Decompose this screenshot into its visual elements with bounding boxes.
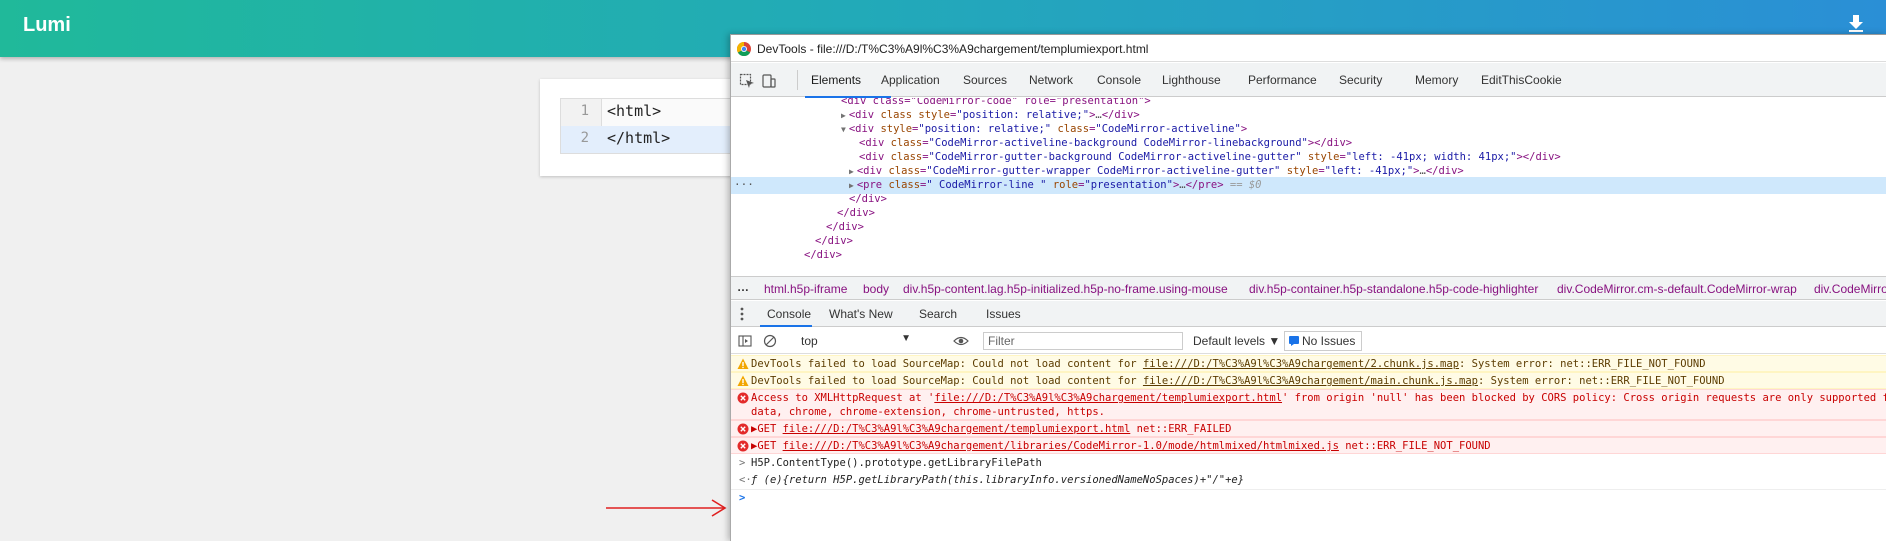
- console-command[interactable]: > H5P.ContentType().prototype.getLibrary…: [731, 455, 1886, 472]
- msg-text: : System error: net::ERR_FILE_NOT_FOUND: [1477, 375, 1725, 387]
- source-link[interactable]: file:///D:/T%C3%A9l%C3%A9chargement/2.ch…: [1143, 358, 1459, 370]
- devtools-title: DevTools - file:///D:/T%C3%A9l%C3%A9char…: [757, 42, 1149, 56]
- console-warning[interactable]: DevTools failed to load SourceMap: Could…: [731, 355, 1886, 372]
- console-warning[interactable]: DevTools failed to load SourceMap: Could…: [731, 372, 1886, 389]
- tab-console[interactable]: Console: [1097, 73, 1141, 87]
- code-editor-card: 1 <html> 2 </html>: [540, 79, 741, 176]
- tab-editthiscookie[interactable]: EditThisCookie: [1481, 73, 1562, 87]
- code-line-active[interactable]: 2 </html>: [561, 126, 741, 153]
- code-line[interactable]: 1 <html>: [561, 99, 741, 126]
- prompt-chevron-icon: >: [739, 492, 746, 504]
- source-link[interactable]: file:///D:/T%C3%A9l%C3%A9chargement/temp…: [783, 423, 1131, 435]
- drawer-tab-whats-new[interactable]: What's New: [829, 307, 893, 321]
- devtools-titlebar: DevTools - file:///D:/T%C3%A9l%C3%A9char…: [731, 35, 1886, 62]
- breadcrumb-item[interactable]: div.CodeMirror.cm-s-default.CodeMirror-w…: [1557, 282, 1797, 296]
- dom-breadcrumb: … html.h5p-iframe body div.h5p-content.l…: [731, 276, 1886, 300]
- chevron-right-icon: >: [739, 457, 746, 469]
- tab-lighthouse[interactable]: Lighthouse: [1162, 73, 1221, 87]
- line-code[interactable]: </html>: [607, 129, 670, 147]
- issues-button[interactable]: No Issues: [1284, 331, 1363, 351]
- expand-triangle-icon[interactable]: ▶: [849, 181, 854, 190]
- tab-performance[interactable]: Performance: [1248, 73, 1317, 87]
- msg-text: : System error: net::ERR_FILE_NOT_FOUND: [1459, 358, 1706, 370]
- app-title: Lumi: [23, 14, 71, 36]
- code-editor[interactable]: 1 <html> 2 </html>: [560, 98, 741, 154]
- console-prompt[interactable]: >: [731, 489, 1886, 507]
- tab-sources[interactable]: Sources: [963, 73, 1007, 87]
- devtools-tabbar: Elements Application Sources Network Con…: [731, 63, 1886, 97]
- expand-triangle-icon[interactable]: ▶: [849, 167, 854, 176]
- drawer-tab-console[interactable]: Console: [767, 307, 811, 321]
- breadcrumb-overflow-icon[interactable]: …: [737, 280, 749, 294]
- breadcrumb-item[interactable]: body: [863, 282, 889, 296]
- breadcrumb-item[interactable]: div.h5p-content.lag.h5p-initialized.h5p-…: [903, 282, 1228, 296]
- line-code[interactable]: <html>: [607, 102, 661, 120]
- context-value: top: [801, 334, 818, 348]
- msg-text: ' from origin 'null' has been blocked by…: [1282, 392, 1886, 404]
- tab-memory[interactable]: Memory: [1415, 73, 1458, 87]
- error-icon: [737, 392, 749, 404]
- console-result[interactable]: <· ƒ (e){return H5P.getLibraryPath(this.…: [731, 472, 1886, 489]
- msg-text: net::ERR_FAILED: [1130, 423, 1232, 435]
- error-icon: [737, 423, 749, 435]
- caret-down-icon: ▼: [901, 333, 911, 344]
- tab-separator: [797, 70, 798, 90]
- chrome-icon: [737, 42, 751, 56]
- context-selector[interactable]: top ▼: [795, 332, 915, 350]
- collapse-triangle-icon[interactable]: ▼: [841, 125, 846, 134]
- drawer-tab-issues[interactable]: Issues: [986, 307, 1021, 321]
- elements-dom-tree[interactable]: <div class="CodeMirror-code" role="prese…: [731, 98, 1886, 276]
- msg-text: Access to XMLHttpRequest at ': [751, 392, 935, 404]
- issues-label: No Issues: [1302, 334, 1356, 348]
- breadcrumb-item[interactable]: div.CodeMirror-scroll: [1814, 282, 1886, 296]
- active-drawer-tab-indicator: [760, 325, 812, 327]
- line-number: 1: [580, 103, 589, 119]
- result-arrow-icon: <·: [739, 474, 752, 486]
- eye-icon[interactable]: [953, 334, 969, 348]
- default-levels-dropdown[interactable]: Default levels ▼: [1193, 334, 1280, 348]
- tab-application[interactable]: Application: [881, 73, 940, 87]
- tab-elements[interactable]: Elements: [811, 73, 861, 87]
- msg-text: DevTools failed to load SourceMap: Could…: [751, 358, 1143, 370]
- source-link[interactable]: file:///D:/T%C3%A9l%C3%A9chargement/temp…: [934, 392, 1282, 404]
- source-link[interactable]: file:///D:/T%C3%A9l%C3%A9chargement/main…: [1143, 375, 1478, 387]
- drawer-tab-search[interactable]: Search: [919, 307, 957, 321]
- command-text: H5P.ContentType().prototype.getLibraryFi…: [751, 457, 1042, 469]
- issues-icon: [1289, 336, 1299, 346]
- warning-icon: [737, 375, 749, 386]
- msg-text[interactable]: ▶GET: [751, 440, 783, 452]
- node-actions-icon[interactable]: ···: [734, 178, 754, 191]
- console-error[interactable]: ▶GET file:///D:/T%C3%A9l%C3%A9chargement…: [731, 420, 1886, 437]
- page: Lumi 1 <html> 2 </html> DevTools - file:…: [0, 0, 1886, 541]
- warning-icon: [737, 358, 749, 369]
- console-error[interactable]: ▶GET file:///D:/T%C3%A9l%C3%A9chargement…: [731, 437, 1886, 454]
- drawer-tabbar: Console What's New Search Issues: [731, 301, 1886, 327]
- tab-network[interactable]: Network: [1029, 73, 1073, 87]
- result-text[interactable]: ƒ (e){return H5P.getLibraryPath(this.lib…: [751, 474, 1244, 486]
- msg-text: net::ERR_FILE_NOT_FOUND: [1338, 440, 1491, 452]
- console-error[interactable]: Access to XMLHttpRequest at 'file:///D:/…: [731, 389, 1886, 420]
- devtools-window: DevTools - file:///D:/T%C3%A9l%C3%A9char…: [730, 34, 1886, 541]
- error-icon: [737, 440, 749, 452]
- line-number: 2: [580, 130, 589, 146]
- breadcrumb-item[interactable]: div.h5p-container.h5p-standalone.h5p-cod…: [1249, 282, 1538, 296]
- msg-text: DevTools failed to load SourceMap: Could…: [751, 375, 1143, 387]
- console-toolbar: top ▼ Default levels ▼ No Issues: [731, 328, 1886, 354]
- red-arrow-icon: [606, 499, 727, 517]
- dom-node[interactable]: </div>: [731, 247, 1886, 264]
- inspect-element-icon[interactable]: [739, 73, 755, 89]
- source-link[interactable]: file:///D:/T%C3%A9l%C3%A9chargement/libr…: [783, 440, 1339, 452]
- console-filter-input[interactable]: [983, 332, 1183, 350]
- expand-triangle-icon[interactable]: ▶: [841, 111, 846, 120]
- sidebar-toggle-icon[interactable]: [738, 334, 752, 348]
- console-output[interactable]: DevTools failed to load SourceMap: Could…: [731, 355, 1886, 541]
- more-vertical-icon[interactable]: [740, 307, 744, 321]
- clear-console-icon[interactable]: [763, 334, 777, 348]
- msg-text: data, chrome, chrome-extension, chrome-u…: [751, 406, 1106, 418]
- msg-text[interactable]: ▶GET: [751, 423, 783, 435]
- tab-security[interactable]: Security: [1339, 73, 1382, 87]
- download-arrow-icon[interactable]: [1847, 14, 1865, 32]
- device-toolbar-icon[interactable]: [761, 73, 777, 89]
- breadcrumb-item[interactable]: html.h5p-iframe: [764, 282, 847, 296]
